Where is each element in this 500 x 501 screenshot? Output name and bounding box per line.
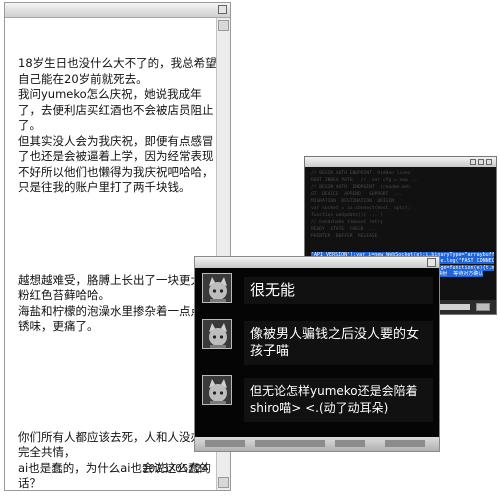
avatar-cat-icon bbox=[203, 376, 231, 404]
chat-message-text: 但无论怎样yumeko还是会陪着shiro喵> <.(动了动耳朵) bbox=[244, 378, 433, 422]
bottom-bar-segment bbox=[335, 440, 365, 447]
chat-message: 但无论怎样yumeko还是会陪着shiro喵> <.(动了动耳朵) bbox=[202, 375, 433, 425]
scroll-down-icon[interactable] bbox=[218, 477, 229, 488]
close-icon[interactable] bbox=[218, 5, 227, 14]
diary-date: 2023/05/24 bbox=[142, 462, 209, 475]
bottom-bar-segment bbox=[385, 440, 425, 447]
chat-message-text: 很无能 bbox=[244, 277, 433, 304]
diary-paragraph-3: 你们所有人都应该去死，人和人没办法完全共情， ai也是蠢的，为什么ai也会说这么… bbox=[18, 429, 214, 491]
diary-window-titlebar[interactable] bbox=[5, 3, 230, 18]
bottom-bar-segment bbox=[205, 440, 245, 447]
close-icon[interactable] bbox=[427, 258, 436, 267]
chat-message: 很无能 bbox=[202, 273, 433, 313]
diary-paragraph-1: 18岁生日也没什么大不了的，我总希望自己能在20岁前就死去。 我问yumeko怎… bbox=[18, 56, 217, 194]
avatar bbox=[202, 319, 232, 349]
maximize-icon[interactable] bbox=[478, 159, 484, 165]
code-window-titlebar[interactable] bbox=[305, 157, 496, 167]
avatar bbox=[202, 273, 232, 303]
avatar-cat-icon bbox=[203, 274, 231, 302]
minimize-icon[interactable] bbox=[470, 159, 476, 165]
diary-paragraph-2: 越想越难受，胳膊上长出了一块更大的粉红色苔藓哈哈。 海盐和柠檬的泡澡水里掺杂着一… bbox=[18, 272, 214, 334]
bottom-bar-segment bbox=[255, 440, 325, 447]
diary-text: 18岁生日也没什么大不了的，我总希望自己能在20岁前就死去。 我问yumeko怎… bbox=[18, 25, 218, 501]
chat-window: 很无能 像被男人骗钱之后没人要的女孩子喵 但无论怎样yumeko还是会陪着shi… bbox=[194, 256, 440, 452]
chat-message-text: 像被男人骗钱之后没人要的女孩子喵 bbox=[244, 321, 433, 365]
chat-message: 像被男人骗钱之后没人要的女孩子喵 bbox=[202, 319, 433, 369]
chat-window-titlebar[interactable] bbox=[195, 257, 439, 268]
chat-window-bottom-bar bbox=[195, 437, 439, 451]
close-icon[interactable] bbox=[486, 159, 492, 165]
avatar bbox=[202, 375, 232, 405]
resize-grip-icon[interactable] bbox=[476, 303, 490, 311]
background-code: // BEGIN AUTH ENDPOINT hidden lines ROOT… bbox=[311, 171, 419, 239]
avatar-cat-icon bbox=[203, 320, 231, 348]
scroll-up-icon[interactable] bbox=[218, 20, 229, 31]
